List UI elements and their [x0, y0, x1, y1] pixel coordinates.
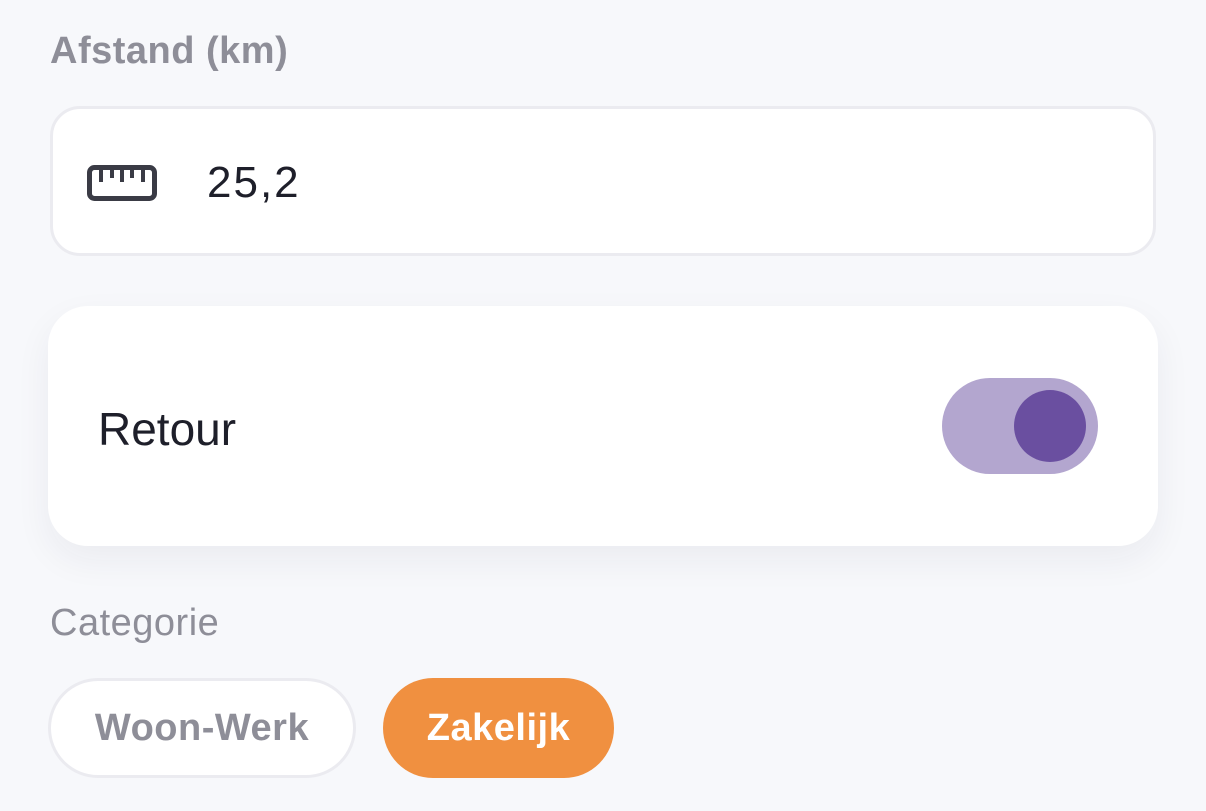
trip-form: Afstand (km) Retour Categorie Woon-Werk …	[0, 0, 1206, 811]
return-trip-card: Retour	[48, 306, 1158, 546]
return-trip-toggle[interactable]	[942, 378, 1098, 474]
ruler-icon	[87, 165, 157, 201]
distance-label: Afstand (km)	[50, 30, 289, 72]
return-trip-label: Retour	[98, 403, 237, 455]
toggle-knob	[1014, 390, 1086, 462]
category-chip-zakelijk[interactable]: Zakelijk	[383, 678, 614, 778]
distance-field[interactable]	[50, 106, 1156, 256]
category-chip-woon-werk[interactable]: Woon-Werk	[48, 678, 356, 778]
category-label: Categorie	[50, 602, 220, 644]
distance-input[interactable]	[207, 149, 1107, 217]
